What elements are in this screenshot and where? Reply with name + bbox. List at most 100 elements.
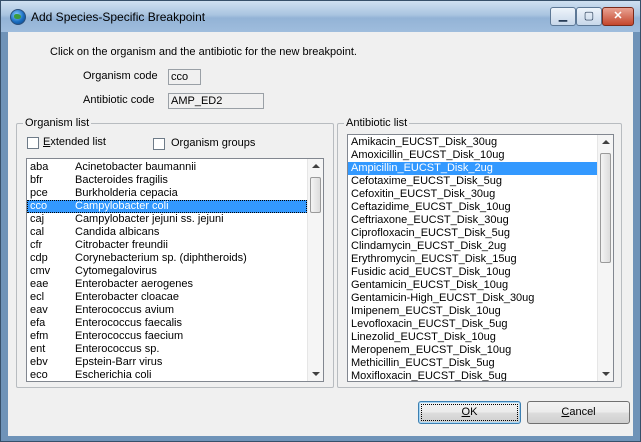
organism-list-item[interactable]: eco Escherichia coli [27,369,307,381]
scroll-down-arrow-icon[interactable] [312,372,320,376]
organism-list-item[interactable]: cdp Corynebacterium sp. (diphtheroids) [27,252,307,265]
organism-name-cell: Candida albicans [75,226,160,238]
organism-name-cell: Bacteroides fragilis [75,174,168,186]
antibiotic-listbox[interactable]: Amikacin_EUCST_Disk_30ug Amoxicillin_EUCS… [347,134,614,382]
antibiotic-list-item[interactable]: Cefotaxime_EUCST_Disk_5ug [348,175,597,188]
organism-list-item[interactable]: ebv Epstein-Barr virus [27,356,307,369]
extended-list-label[interactable]: Extended list [43,136,106,148]
organism-code-cell: cco [30,200,48,212]
antibiotic-list-item[interactable]: Imipenem_EUCST_Disk_10ug [348,305,597,318]
organism-code-cell: ent [30,343,46,355]
extended-list-checkbox[interactable] [27,137,39,149]
organism-list-item[interactable]: aba Acinetobacter baumannii [27,161,307,174]
organism-code-cell: eco [30,369,48,381]
organism-list-item[interactable]: bfr Bacteroides fragilis [27,174,307,187]
scroll-thumb[interactable] [600,153,611,263]
organism-name-cell: Enterococcus avium [75,304,175,316]
antibiotic-list-item[interactable]: Methicillin_EUCST_Disk_5ug [348,357,597,370]
organism-code-cell: eae [30,278,49,290]
antibiotic-name-cell: Gentamicin_EUCST_Disk_10ug [351,279,509,291]
organism-list-scrollbar[interactable] [307,159,323,381]
scroll-thumb[interactable] [310,177,321,213]
organism-list-item[interactable]: cal Candida albicans [27,226,307,239]
organism-listbox[interactable]: aba Acinetobacter baumannii bfr Bacteroides… [26,158,324,382]
antibiotic-name-cell: Fusidic acid_EUCST_Disk_10ug [351,266,511,278]
antibiotic-list-item[interactable]: Amoxicillin_EUCST_Disk_10ug [348,149,597,162]
organism-list-item[interactable]: eae Enterobacter aerogenes [27,278,307,291]
antibiotic-list-item[interactable]: Fusidic acid_EUCST_Disk_10ug [348,266,597,279]
organism-list-item[interactable]: eav Enterococcus avium [27,304,307,317]
organism-name-cell: Cytomegalovirus [75,265,157,277]
organism-code-label: Organism code [83,70,158,82]
organism-list-item[interactable]: efa Enterococcus faecalis [27,317,307,330]
organism-name-cell: Epstein-Barr virus [75,356,163,368]
organism-list-item[interactable]: cfr Citrobacter freundii [27,239,307,252]
organism-code-cell: pce [30,187,48,199]
scroll-down-arrow-icon[interactable] [602,372,610,376]
title-bar[interactable]: Add Species-Specific Breakpoint ▁ ▢ ✕ [1,1,640,32]
organism-groups-checkbox[interactable] [153,138,165,150]
antibiotic-list-scrollbar[interactable] [597,135,613,381]
ok-button[interactable]: OK [418,401,521,424]
organism-list-item[interactable]: caj Campylobacter jejuni ss. jejuni [27,213,307,226]
organism-code-cell: ebv [30,356,48,368]
organism-list-item[interactable]: cmv Cytomegalovirus [27,265,307,278]
organism-name-cell: Campylobacter jejuni ss. jejuni [75,213,224,225]
antibiotic-name-cell: Ciprofloxacin_EUCST_Disk_5ug [351,227,510,239]
organism-list-item[interactable]: cco Campylobacter coli [27,200,307,213]
organism-code-cell: caj [30,213,45,225]
organism-code-cell: cdp [30,252,48,264]
antibiotic-list-group: Antibiotic list Amikacin_EUCST_Disk_30ug… [337,117,622,388]
antibiotic-list-item[interactable]: Ceftriaxone_EUCST_Disk_30ug [348,214,597,227]
antibiotic-list-item[interactable]: Moxifloxacin_EUCST_Disk_5ug [348,370,597,381]
antibiotic-name-cell: Imipenem_EUCST_Disk_10ug [351,305,501,317]
organism-name-cell: Enterococcus faecium [75,330,184,342]
antibiotic-name-cell: Levofloxacin_EUCST_Disk_5ug [351,318,508,330]
organism-name-cell: Campylobacter coli [75,200,169,212]
organism-list-item[interactable]: ecl Enterobacter cloacae [27,291,307,304]
antibiotic-list-item[interactable]: Ceftazidime_EUCST_Disk_10ug [348,201,597,214]
antibiotic-list-item[interactable]: Levofloxacin_EUCST_Disk_5ug [348,318,597,331]
antibiotic-list-item[interactable]: Ciprofloxacin_EUCST_Disk_5ug [348,227,597,240]
organism-list-item[interactable]: pce Burkholderia cepacia [27,187,307,200]
instructions-text: Click on the organism and the antibiotic… [50,46,357,58]
antibiotic-name-cell: Cefotaxime_EUCST_Disk_5ug [351,175,503,187]
antibiotic-list-item[interactable]: Clindamycin_EUCST_Disk_2ug [348,240,597,253]
maximize-button[interactable]: ▢ [576,7,602,26]
minimize-button[interactable]: ▁ [550,7,576,26]
antibiotic-name-cell: Cefoxitin_EUCST_Disk_30ug [351,188,496,200]
antibiotic-name-cell: Methicillin_EUCST_Disk_5ug [351,357,495,369]
cancel-button[interactable]: Cancel [527,401,630,424]
dialog-window: Add Species-Specific Breakpoint ▁ ▢ ✕ Cl… [0,0,641,442]
scroll-up-arrow-icon[interactable] [312,164,320,168]
antibiotic-list-item[interactable]: Gentamicin_EUCST_Disk_10ug [348,279,597,292]
organism-list-item[interactable]: ent Enterococcus sp. [27,343,307,356]
antibiotic-list-item[interactable]: Linezolid_EUCST_Disk_10ug [348,331,597,344]
antibiotic-list-item[interactable]: Gentamicin-High_EUCST_Disk_30ug [348,292,597,305]
antibiotic-name-cell: Erythromycin_EUCST_Disk_15ug [351,253,517,265]
organism-groups-label[interactable]: Organism groups [171,137,255,149]
organism-code-field: cco [168,69,201,85]
focus-rectangle [421,404,518,421]
antibiotic-list-item[interactable]: Meropenem_EUCST_Disk_10ug [348,344,597,357]
antibiotic-list-item[interactable]: Cefoxitin_EUCST_Disk_30ug [348,188,597,201]
antibiotic-list-item[interactable]: Ampicillin_EUCST_Disk_2ug [348,162,597,175]
organism-code-cell: ecl [30,291,45,303]
antibiotic-name-cell: Amikacin_EUCST_Disk_30ug [351,136,498,148]
organism-list-group: Organism list Extended list Organism gro… [16,117,334,388]
antibiotic-name-cell: Amoxicillin_EUCST_Disk_10ug [351,149,505,161]
organism-code-cell: cmv [30,265,51,277]
organism-list-item[interactable]: efm Enterococcus faecium [27,330,307,343]
antibiotic-name-cell: Ampicillin_EUCST_Disk_2ug [351,162,493,174]
organism-code-cell: bfr [30,174,43,186]
organism-name-cell: Corynebacterium sp. (diphtheroids) [75,252,247,264]
antibiotic-list-item[interactable]: Amikacin_EUCST_Disk_30ug [348,136,597,149]
organism-code-cell: efa [30,317,46,329]
antibiotic-name-cell: Ceftazidime_EUCST_Disk_10ug [351,201,511,213]
organism-name-cell: Enterococcus faecalis [75,317,182,329]
scroll-up-arrow-icon[interactable] [602,140,610,144]
organism-name-cell: Citrobacter freundii [75,239,168,251]
organism-name-cell: Enterobacter cloacae [75,291,179,303]
close-button[interactable]: ✕ [602,7,634,26]
antibiotic-list-item[interactable]: Erythromycin_EUCST_Disk_15ug [348,253,597,266]
